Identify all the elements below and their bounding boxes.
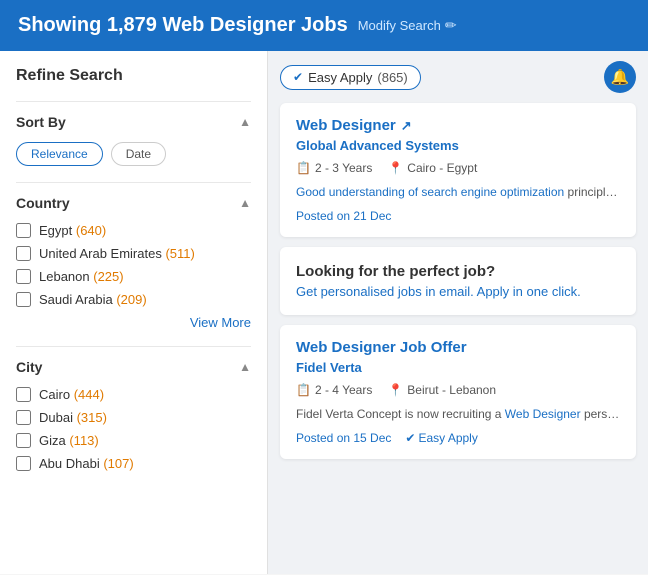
country-egypt-label: Egypt (640) [39,223,106,238]
job-title: Web Designer Job Offer [296,339,620,356]
easy-apply-tag-label: Easy Apply [308,70,372,85]
job-title: Web Designer ↗ [296,117,620,134]
country-chevron-icon: ▲ [239,196,251,210]
country-label: Country [16,195,70,211]
country-egypt-checkbox[interactable] [16,223,31,238]
list-item: Abu Dhabi (107) [16,456,251,471]
pencil-icon: ✏ [445,17,457,34]
city-section: City ▲ Cairo (444) Dubai (315) Giza (113… [16,346,251,471]
country-lebanon-checkbox[interactable] [16,269,31,284]
company-name[interactable]: Fidel Verta [296,360,620,375]
refine-search-title: Refine Search [16,67,251,85]
country-uae-checkbox[interactable] [16,246,31,261]
tag-check-icon: ✔ [293,70,303,84]
experience-meta: 📋 2 - 3 Years [296,161,372,175]
location-icon: 📍 [388,383,403,397]
city-header: City ▲ [16,359,251,375]
job-meta: 📋 2 - 4 Years 📍 Beirut - Lebanon [296,383,620,397]
list-item: Dubai (315) [16,410,251,425]
header: Showing 1,879 Web Designer Jobs Modify S… [0,0,648,51]
country-saudi-label: Saudi Arabia (209) [39,292,147,307]
modify-search-button[interactable]: Modify Search ✏ [358,17,457,34]
city-cairo-label: Cairo (444) [39,387,104,402]
sort-label: Sort By [16,114,66,130]
promo-card: Looking for the perfect job? Get persona… [280,247,636,315]
job-footer: Posted on 15 Dec ✔ Easy Apply [296,431,620,445]
easy-apply-count: (865) [377,70,407,85]
city-giza-label: Giza (113) [39,433,99,448]
location-meta: 📍 Beirut - Lebanon [388,383,496,397]
sidebar: Refine Search Sort By ▲ Relevance Date C… [0,51,268,574]
location-text: Cairo - Egypt [407,161,477,175]
main-layout: Refine Search Sort By ▲ Relevance Date C… [0,51,648,574]
list-item: Egypt (640) [16,223,251,238]
promo-title: Looking for the perfect job? [296,263,620,280]
sort-relevance-button[interactable]: Relevance [16,142,103,166]
bell-icon: 🔔 [611,68,630,86]
city-chevron-icon: ▲ [239,360,251,374]
job-listings-content: ✔ Easy Apply (865) 🔔 Web Designer ↗ Glob… [268,51,648,574]
page-title: Showing 1,879 Web Designer Jobs [18,14,348,37]
sort-chevron-icon: ▲ [239,115,251,129]
location-icon: 📍 [388,161,403,175]
city-dubai-checkbox[interactable] [16,410,31,425]
sort-header: Sort By ▲ [16,114,251,130]
briefcase-icon: 📋 [296,383,311,397]
country-header: Country ▲ [16,195,251,211]
country-view-more-link[interactable]: View More [16,315,251,330]
country-saudi-checkbox[interactable] [16,292,31,307]
list-item: Lebanon (225) [16,269,251,284]
city-abudhabi-checkbox[interactable] [16,456,31,471]
notification-bell-button[interactable]: 🔔 [604,61,636,93]
posted-date: Posted on 15 Dec [296,431,391,445]
job-description: Good understanding of search engine opti… [296,183,620,201]
list-item: Giza (113) [16,433,251,448]
list-item: United Arab Emirates (511) [16,246,251,261]
easy-apply-check-icon: ✔ [405,431,415,445]
country-lebanon-label: Lebanon (225) [39,269,124,284]
sort-section: Sort By ▲ Relevance Date [16,101,251,166]
posted-date: Posted on 21 Dec [296,209,620,223]
country-uae-label: United Arab Emirates (511) [39,246,195,261]
job-card: Web Designer ↗ Global Advanced Systems 📋… [280,103,636,237]
country-section: Country ▲ Egypt (640) United Arab Emirat… [16,182,251,330]
experience-text: 2 - 3 Years [315,161,372,175]
experience-text: 2 - 4 Years [315,383,372,397]
location-text: Beirut - Lebanon [407,383,496,397]
job-title-text[interactable]: Web Designer [296,117,396,134]
experience-meta: 📋 2 - 4 Years [296,383,372,397]
city-dubai-label: Dubai (315) [39,410,107,425]
external-link-icon: ↗ [401,118,412,134]
sort-date-button[interactable]: Date [111,142,166,166]
easy-apply-label[interactable]: Easy Apply [418,431,477,445]
easy-apply-filter-tag[interactable]: ✔ Easy Apply (865) [280,65,421,90]
list-item: Saudi Arabia (209) [16,292,251,307]
job-card: Web Designer Job Offer Fidel Verta 📋 2 -… [280,325,636,459]
filter-bar: ✔ Easy Apply (865) 🔔 [280,61,636,93]
modify-search-label: Modify Search [358,18,441,33]
company-name[interactable]: Global Advanced Systems [296,138,620,153]
promo-text[interactable]: Get personalised jobs in email. Apply in… [296,284,620,299]
job-description: Fidel Verta Concept is now recruiting a … [296,405,620,423]
briefcase-icon: 📋 [296,161,311,175]
city-label: City [16,359,42,375]
job-title-text[interactable]: Web Designer Job Offer [296,339,467,356]
city-cairo-checkbox[interactable] [16,387,31,402]
city-giza-checkbox[interactable] [16,433,31,448]
list-item: Cairo (444) [16,387,251,402]
location-meta: 📍 Cairo - Egypt [388,161,477,175]
sort-options: Relevance Date [16,142,251,166]
easy-apply-badge: ✔ Easy Apply [405,431,477,445]
city-abudhabi-label: Abu Dhabi (107) [39,456,134,471]
job-meta: 📋 2 - 3 Years 📍 Cairo - Egypt [296,161,620,175]
